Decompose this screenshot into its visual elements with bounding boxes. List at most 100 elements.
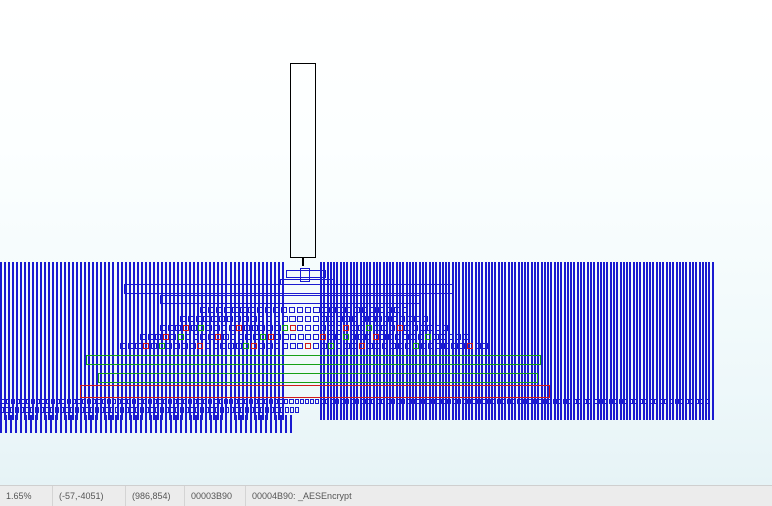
column-node[interactable] bbox=[110, 415, 112, 433]
tiny-node[interactable] bbox=[220, 343, 226, 349]
column-node[interactable] bbox=[30, 415, 32, 433]
tiny-node[interactable] bbox=[163, 399, 167, 404]
tiny-node[interactable] bbox=[110, 407, 114, 413]
column-node[interactable] bbox=[120, 415, 122, 433]
tiny-node[interactable] bbox=[344, 316, 350, 322]
column-node[interactable] bbox=[285, 415, 287, 433]
tiny-node[interactable] bbox=[223, 334, 229, 340]
tiny-node[interactable] bbox=[70, 407, 74, 413]
tiny-node[interactable] bbox=[507, 399, 511, 404]
column-node[interactable] bbox=[702, 262, 704, 420]
tiny-node[interactable] bbox=[457, 399, 461, 404]
tiny-node[interactable] bbox=[191, 325, 197, 331]
column-node[interactable] bbox=[606, 262, 608, 420]
tiny-node[interactable] bbox=[243, 343, 249, 349]
tiny-node[interactable] bbox=[467, 399, 471, 404]
tiny-node[interactable] bbox=[128, 343, 134, 349]
tiny-node[interactable] bbox=[170, 334, 176, 340]
column-node[interactable] bbox=[659, 262, 661, 420]
tiny-node[interactable] bbox=[140, 334, 146, 340]
tiny-node[interactable] bbox=[295, 399, 299, 404]
column-node[interactable] bbox=[573, 262, 575, 420]
column-node[interactable] bbox=[230, 415, 232, 433]
tiny-node[interactable] bbox=[305, 334, 311, 340]
tiny-node[interactable] bbox=[475, 343, 481, 349]
column-node[interactable] bbox=[28, 262, 30, 420]
column-node[interactable] bbox=[40, 262, 42, 420]
tiny-node[interactable] bbox=[482, 399, 486, 404]
column-node[interactable] bbox=[616, 262, 618, 420]
tiny-node[interactable] bbox=[290, 325, 296, 331]
tiny-node[interactable] bbox=[165, 407, 169, 413]
tiny-node[interactable] bbox=[283, 334, 289, 340]
column-node[interactable] bbox=[4, 262, 6, 420]
tiny-node[interactable] bbox=[265, 407, 269, 413]
tiny-node[interactable] bbox=[25, 407, 29, 413]
column-node[interactable] bbox=[180, 415, 182, 433]
tiny-node[interactable] bbox=[378, 307, 384, 313]
tiny-node[interactable] bbox=[235, 407, 239, 413]
tiny-node[interactable] bbox=[200, 407, 204, 413]
tiny-node[interactable] bbox=[455, 334, 461, 340]
tiny-node[interactable] bbox=[56, 399, 60, 404]
tiny-node[interactable] bbox=[125, 407, 129, 413]
tiny-node[interactable] bbox=[148, 334, 154, 340]
column-node[interactable] bbox=[666, 262, 668, 420]
tiny-node[interactable] bbox=[428, 343, 434, 349]
tiny-node[interactable] bbox=[330, 399, 334, 404]
tiny-node[interactable] bbox=[229, 399, 233, 404]
column-node[interactable] bbox=[0, 262, 2, 420]
column-node[interactable] bbox=[15, 415, 17, 433]
tiny-node[interactable] bbox=[130, 407, 134, 413]
tiny-node[interactable] bbox=[115, 407, 119, 413]
column-node[interactable] bbox=[685, 262, 687, 420]
tiny-node[interactable] bbox=[358, 325, 364, 331]
tiny-node[interactable] bbox=[153, 399, 157, 404]
tiny-node[interactable] bbox=[297, 325, 303, 331]
column-node[interactable] bbox=[135, 415, 137, 433]
tiny-node[interactable] bbox=[407, 316, 413, 322]
tiny-node[interactable] bbox=[528, 399, 532, 404]
tiny-node[interactable] bbox=[31, 399, 35, 404]
column-node[interactable] bbox=[52, 262, 54, 420]
column-node[interactable] bbox=[623, 262, 625, 420]
tiny-node[interactable] bbox=[275, 334, 281, 340]
tiny-node[interactable] bbox=[477, 399, 481, 404]
tiny-node[interactable] bbox=[203, 316, 209, 322]
column-node[interactable] bbox=[712, 262, 714, 420]
column-node[interactable] bbox=[20, 415, 22, 433]
tiny-node[interactable] bbox=[224, 307, 230, 313]
tiny-node[interactable] bbox=[275, 407, 279, 413]
tiny-node[interactable] bbox=[538, 399, 542, 404]
tiny-node[interactable] bbox=[180, 316, 186, 322]
tiny-node[interactable] bbox=[243, 316, 249, 322]
tiny-node[interactable] bbox=[335, 399, 339, 404]
tiny-node[interactable] bbox=[447, 399, 451, 404]
tiny-node[interactable] bbox=[267, 325, 273, 331]
tiny-node[interactable] bbox=[50, 407, 54, 413]
tiny-node[interactable] bbox=[370, 307, 376, 313]
tiny-node[interactable] bbox=[421, 343, 427, 349]
tiny-node[interactable] bbox=[274, 316, 280, 322]
tiny-node[interactable] bbox=[135, 343, 141, 349]
column-node[interactable] bbox=[60, 415, 62, 433]
tiny-node[interactable] bbox=[238, 334, 244, 340]
tiny-node[interactable] bbox=[229, 325, 235, 331]
tiny-node[interactable] bbox=[227, 316, 233, 322]
column-node[interactable] bbox=[25, 415, 27, 433]
column-node[interactable] bbox=[160, 415, 162, 433]
tiny-node[interactable] bbox=[0, 407, 4, 413]
column-node[interactable] bbox=[255, 415, 257, 433]
column-node[interactable] bbox=[593, 262, 595, 420]
tiny-node[interactable] bbox=[266, 316, 272, 322]
tiny-node[interactable] bbox=[362, 307, 368, 313]
tiny-node[interactable] bbox=[381, 325, 387, 331]
column-node[interactable] bbox=[105, 415, 107, 433]
column-node[interactable] bbox=[64, 262, 66, 420]
tiny-node[interactable] bbox=[36, 399, 40, 404]
tiny-node[interactable] bbox=[313, 307, 319, 313]
tiny-node[interactable] bbox=[65, 407, 69, 413]
tiny-node[interactable] bbox=[236, 325, 242, 331]
tiny-node[interactable] bbox=[403, 334, 409, 340]
tiny-node[interactable] bbox=[411, 399, 415, 404]
